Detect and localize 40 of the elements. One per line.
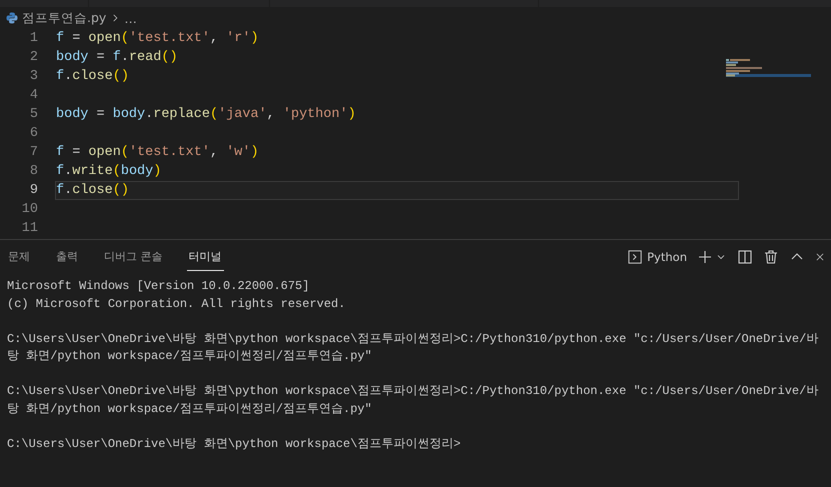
delete-button[interactable] — [763, 249, 779, 265]
terminal-icon — [628, 250, 642, 264]
line-number: 4 — [28, 88, 39, 103]
terminal-line: 탕 화면/python workspace/점프투파이썬정리/점프투연습.py" — [7, 400, 373, 418]
line-number: 10 — [20, 202, 39, 217]
breadcrumb-more[interactable]: … — [124, 10, 137, 26]
code-line: f = open('test.txt', 'r') — [56, 31, 259, 46]
code-line: f.write(body) — [56, 164, 162, 179]
line-number: 6 — [28, 126, 39, 141]
split-icon — [737, 249, 753, 265]
terminal-line: C:\Users\User\OneDrive\바탕 화면\python workspace\점프투파이썬정리> — [7, 436, 462, 452]
line-number: 2 — [28, 50, 39, 65]
terminal-line: 탕 화면/python workspace/점프투파이썬정리/점프투연습.py" — [7, 348, 373, 365]
line-number: 11 — [20, 221, 39, 236]
line-number: 8 — [28, 164, 39, 179]
line-number: 7 — [28, 145, 39, 160]
panel-tab[interactable]: 터미널 — [186, 243, 224, 271]
python-icon — [6, 12, 18, 24]
line-number: 9 — [28, 183, 39, 198]
terminal-selector[interactable]: Python — [628, 250, 687, 264]
panel-tab[interactable]: 문제 — [6, 243, 32, 271]
code-line: f.close() — [56, 183, 129, 198]
line-number: 1 — [28, 31, 39, 46]
plus-icon — [697, 249, 713, 265]
terminal-line: C:\Users\User\OneDrive\바탕 화면\python workspace\점프투파이썬정리>C:/Python310/python.exe "c:/Users/User/OneDrive/바 — [7, 383, 820, 400]
new-terminal-button[interactable] — [697, 249, 713, 265]
code-line: f = open('test.txt', 'w') — [56, 145, 259, 160]
code-line: body = f.read() — [56, 50, 178, 65]
panel-tab[interactable]: 출력 — [54, 243, 80, 271]
line-number: 3 — [28, 69, 39, 84]
code-line: body = body.replace('java', 'python') — [56, 107, 356, 122]
terminal-line: (c) Microsoft Corporation. All rights reserved. — [7, 296, 346, 312]
code-line: f.close() — [56, 69, 129, 84]
line-number: 5 — [28, 107, 39, 122]
terminal-line: C:\Users\User\OneDrive\바탕 화면\python workspace\점프투파이썬정리>C:/Python310/python.exe "c:/Users/User/OneDrive/바 — [7, 330, 820, 348]
panel-tab[interactable]: 디버그 콘솔 — [102, 243, 164, 271]
terminal-line: Microsoft Windows [Version 10.0.22000.675] — [7, 278, 310, 295]
breadcrumb-file[interactable]: 점프투연습.py — [22, 10, 106, 26]
trash-icon — [763, 249, 779, 265]
split-terminal-button[interactable] — [737, 249, 753, 265]
